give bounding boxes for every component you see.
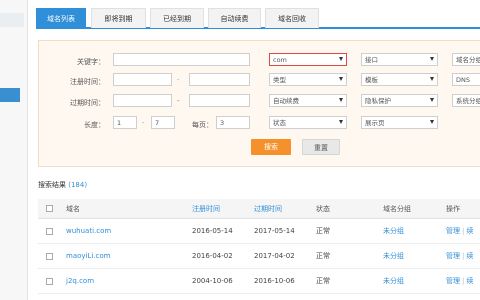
manage-link[interactable]: 管理 <box>446 251 460 261</box>
type-select[interactable]: 类型 <box>269 73 347 86</box>
system-group-select[interactable]: 系统分组 <box>452 94 480 107</box>
exp-date: 2016-10-06 <box>254 277 295 285</box>
reg-dash: - <box>177 76 180 84</box>
tab-expiring-soon[interactable]: 即将到期 <box>91 8 146 28</box>
tab-domain-recycle[interactable]: 域名回收 <box>265 8 319 28</box>
group-link[interactable]: 未分组 <box>383 244 404 268</box>
exp-end-input[interactable] <box>189 94 250 107</box>
sidebar-item-active[interactable] <box>0 88 20 102</box>
table-row: j2q.com 2004-10-06 2016-10-06 正常 未分组 管理 |… <box>38 269 480 294</box>
chevron-down-icon <box>339 98 343 102</box>
reg-time-label: 注册时间： <box>70 78 105 86</box>
results-title: 搜索结果 (184) <box>38 180 87 190</box>
per-page-input[interactable]: 3 <box>216 116 250 129</box>
table-header: 域名 注册时间 过期时间 状态 域名分组 操作 <box>38 199 480 219</box>
reg-date: 2016-04-02 <box>192 252 233 260</box>
row-actions: 管理 | 续 <box>446 276 474 286</box>
tab-domain-list[interactable]: 域名列表 <box>36 8 86 28</box>
renew-link[interactable]: 续 <box>466 276 473 286</box>
reg-date: 2004-10-06 <box>192 277 233 285</box>
select-all-checkbox[interactable] <box>46 205 53 212</box>
header-ops: 操作 <box>446 204 460 213</box>
filter-panel: 关键字： com 接口 域名分组 注册时间： - 类型 模板 DNS 过期时间：… <box>38 40 480 167</box>
chevron-down-icon <box>339 57 343 61</box>
keyword-label: 关键字： <box>77 58 105 66</box>
header-domain: 域名 <box>66 204 80 213</box>
renew-link[interactable]: 续 <box>466 251 473 261</box>
chevron-down-icon <box>430 120 434 124</box>
reg-end-input[interactable] <box>189 73 250 86</box>
exp-start-input[interactable] <box>113 94 172 107</box>
row-actions: 管理 | 续 <box>446 226 474 236</box>
row-checkbox[interactable] <box>46 227 53 235</box>
chevron-down-icon <box>430 77 434 81</box>
keyword-input[interactable] <box>113 53 250 66</box>
sidebar-item-top[interactable] <box>0 13 24 27</box>
length-label: 长度： <box>84 121 105 129</box>
group-link[interactable]: 未分组 <box>383 219 404 243</box>
exp-time-label: 过期时间： <box>70 99 105 107</box>
select-all-cell <box>46 199 53 218</box>
tab-auto-renew[interactable]: 自动续费 <box>208 8 261 28</box>
status-text: 正常 <box>316 252 330 260</box>
row-checkbox[interactable] <box>46 252 53 260</box>
search-button[interactable]: 搜索 <box>251 139 291 155</box>
tab-bar: 域名列表 即将到期 已经到期 自动续费 域名回收 <box>36 7 480 29</box>
manage-link[interactable]: 管理 <box>446 226 460 236</box>
reg-date: 2016-05-14 <box>192 227 233 235</box>
length-max-input[interactable]: 7 <box>151 116 175 129</box>
group-link[interactable]: 未分组 <box>383 269 404 293</box>
sidebar <box>0 0 28 300</box>
renew-link[interactable]: 续 <box>466 226 473 236</box>
row-checkbox[interactable] <box>46 277 53 285</box>
reg-start-input[interactable] <box>113 73 172 86</box>
manage-link[interactable]: 管理 <box>446 276 460 286</box>
reset-button[interactable]: 重置 <box>302 139 340 155</box>
domain-manager-page: 域名列表 即将到期 已经到期 自动续费 域名回收 关键字： com 接口 域名分… <box>0 0 480 300</box>
header-reg-time[interactable]: 注册时间 <box>192 199 220 218</box>
status-text: 正常 <box>316 277 330 285</box>
header-group: 域名分组 <box>383 204 411 213</box>
group-select[interactable]: 域名分组 <box>452 53 480 66</box>
dns-select[interactable]: DNS <box>452 73 480 86</box>
interface-select[interactable]: 接口 <box>361 53 438 66</box>
chevron-down-icon <box>430 98 434 102</box>
table-row: maoyiLi.com 2016-04-02 2017-04-02 正常 未分组… <box>38 244 480 269</box>
header-exp-time[interactable]: 过期时间 <box>254 199 282 218</box>
renew-select[interactable]: 自动续费 <box>269 94 347 107</box>
domain-link[interactable]: wuhuati.com <box>66 219 111 243</box>
length-dash: - <box>142 119 145 127</box>
results-label: 搜索结果 <box>38 181 66 189</box>
privacy-select[interactable]: 隐私保护 <box>361 94 438 107</box>
chevron-down-icon <box>339 77 343 81</box>
chevron-down-icon <box>430 57 434 61</box>
domain-table: 域名 注册时间 过期时间 状态 域名分组 操作 wuhuati.com 2016… <box>38 199 480 294</box>
status-select[interactable]: 状态 <box>269 116 347 129</box>
header-status: 状态 <box>316 204 330 213</box>
domain-link[interactable]: j2q.com <box>66 269 94 293</box>
length-min-input[interactable]: 1 <box>113 116 137 129</box>
tab-expired[interactable]: 已经到期 <box>150 8 204 28</box>
per-page-label: 每页： <box>192 121 213 129</box>
chevron-down-icon <box>339 120 343 124</box>
table-row: wuhuati.com 2016-05-14 2017-05-14 正常 未分组… <box>38 219 480 244</box>
template-select[interactable]: 模板 <box>361 73 438 86</box>
display-page-select[interactable]: 展示页 <box>361 116 438 129</box>
results-count: (184) <box>68 181 88 189</box>
exp-date: 2017-04-02 <box>254 252 295 260</box>
exp-dash: - <box>177 97 180 105</box>
domain-link[interactable]: maoyiLi.com <box>66 244 111 268</box>
exp-date: 2017-05-14 <box>254 227 295 235</box>
suffix-select[interactable]: com <box>269 53 347 66</box>
status-text: 正常 <box>316 227 330 235</box>
row-actions: 管理 | 续 <box>446 251 474 261</box>
